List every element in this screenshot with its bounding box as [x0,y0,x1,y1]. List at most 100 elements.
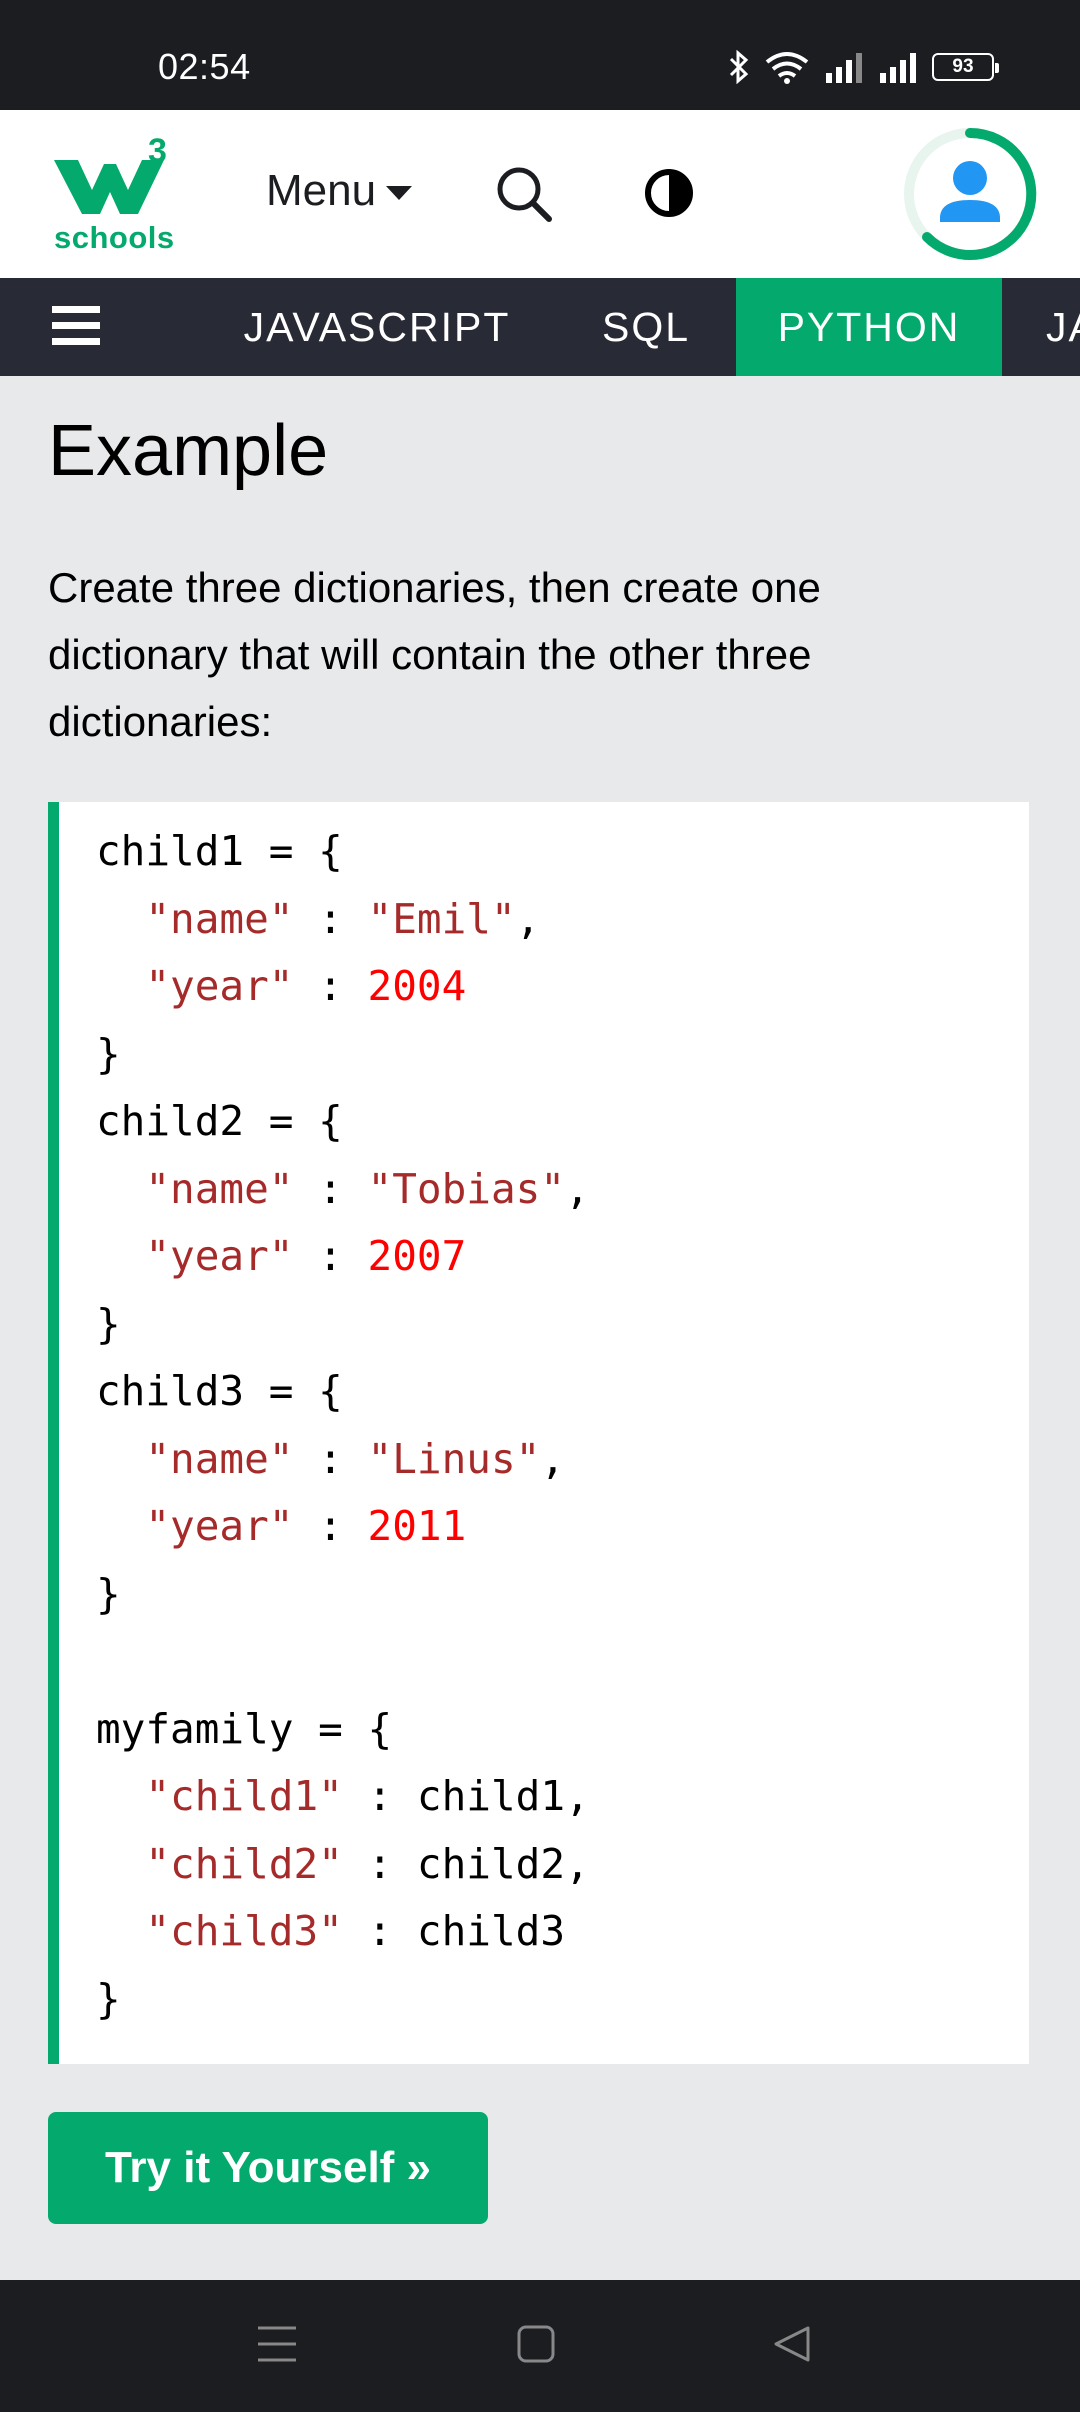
code-number: 2011 [367,1502,467,1550]
status-bar: 02:54 93 [0,0,1080,110]
code-text: child2 = { [96,1097,343,1145]
wifi-icon [765,52,809,84]
code-line: child2 = { [96,1088,1029,1156]
tab-label: JA [1046,303,1080,350]
code-text: myfamily = { [96,1704,393,1753]
logo-text: schools [54,220,175,255]
code-line: "name" : "Emil", [96,886,1029,954]
logo-superscript: 3 [148,132,167,170]
code-line: "year" : 2007 [96,1223,1029,1291]
tab-label: SQL [601,303,691,350]
code-number: 2004 [367,962,467,1010]
code-line: } [96,1561,1029,1629]
signal-icon [880,53,916,83]
home-icon[interactable] [516,2324,556,2364]
subject-tab-bar: JAVASCRIPT SQL PYTHON JA [0,278,1080,376]
code-text: : child3 [342,1907,566,1955]
code-string: "name" [145,1164,294,1213]
recent-apps-icon[interactable] [256,2324,298,2364]
code-text: : child1, [342,1772,590,1820]
code-line: } [96,1966,1029,2034]
code-line: "child2" : child2, [96,1831,1029,1899]
code-text: } [96,1569,121,1618]
code-string: "year" [145,962,294,1010]
code-number: 2007 [367,1232,467,1280]
code-line: child1 = { [96,818,1029,886]
code-string: "name" [145,1434,294,1483]
code-line: "year" : 2011 [96,1493,1029,1561]
menu-button[interactable]: Menu [266,166,413,216]
code-text: : [293,1502,368,1550]
main-content: Example Create three dictionaries, then … [0,376,1080,2280]
tab-javascript[interactable]: JAVASCRIPT [232,278,522,376]
search-icon[interactable] [494,164,554,224]
code-line: "child3" : child3 [96,1898,1029,1966]
contrast-toggle-icon[interactable] [644,168,694,218]
code-text: , [540,1434,566,1483]
code-text: : child2, [342,1839,590,1888]
tab-label: JAVASCRIPT [243,303,511,350]
menu-label: Menu [266,166,377,215]
code-line: myfamily = { [96,1696,1029,1764]
code-string: "child1" [145,1772,343,1820]
code-example-box: child1 = { "name" : "Emil", "year" : 200… [48,802,1029,2064]
code-string: "child2" [145,1839,343,1888]
code-line: "name" : "Tobias", [96,1156,1029,1224]
caret-down-icon [386,186,413,200]
code-text: child1 = { [96,827,343,875]
code-text: : [293,962,368,1010]
user-avatar-icon[interactable] [900,124,1040,264]
code-text: : [293,1434,368,1483]
code-line: child3 = { [96,1358,1029,1426]
code-line: } [96,1021,1029,1089]
tab-python[interactable]: PYTHON [736,278,1002,376]
code-text: child3 = { [96,1367,343,1415]
code-line: "year" : 2004 [96,953,1029,1021]
code-text: : [293,1164,368,1213]
code-text: : [293,1232,368,1280]
code-text: , [565,1164,590,1213]
bluetooth-icon [729,50,749,84]
hamburger-menu-icon[interactable] [52,306,100,346]
code-line: "child1" : child1, [96,1763,1029,1831]
back-icon[interactable] [772,2324,812,2364]
example-description: Create three dictionaries, then create o… [48,564,821,745]
code-text: , [515,894,541,943]
status-icons: 93 [728,50,999,84]
battery-icon: 93 [932,53,999,81]
try-it-yourself-button[interactable]: Try it Yourself » [48,2112,488,2224]
w3-logo-icon: 3 [54,132,167,214]
code-string: "child3" [145,1907,343,1955]
signal-icon [826,53,862,83]
code-line: "name" : "Linus", [96,1426,1029,1494]
code-string: "year" [145,1232,294,1280]
code-string: "name" [145,894,294,943]
status-time: 02:54 [158,46,251,87]
code-string: "Emil" [367,894,516,943]
tab-java[interactable]: JA [1046,278,1080,376]
code-text: } [96,1974,121,2023]
battery-level: 93 [952,56,974,77]
top-navigation: 3 schools Menu [0,110,1080,278]
code-string: "year" [145,1502,294,1550]
code-text: : [293,894,368,943]
code-text: } [96,1299,121,1348]
tab-sql[interactable]: SQL [578,278,714,376]
example-title: Example [48,411,329,491]
tab-label: PYTHON [777,303,961,350]
code-text: } [96,1029,121,1078]
code-line: } [96,1291,1029,1359]
code-string: "Tobias" [367,1164,566,1213]
code-string: "Linus" [367,1434,541,1483]
system-navigation-bar [0,2280,1080,2412]
w3schools-logo[interactable]: 3 schools [52,132,176,255]
